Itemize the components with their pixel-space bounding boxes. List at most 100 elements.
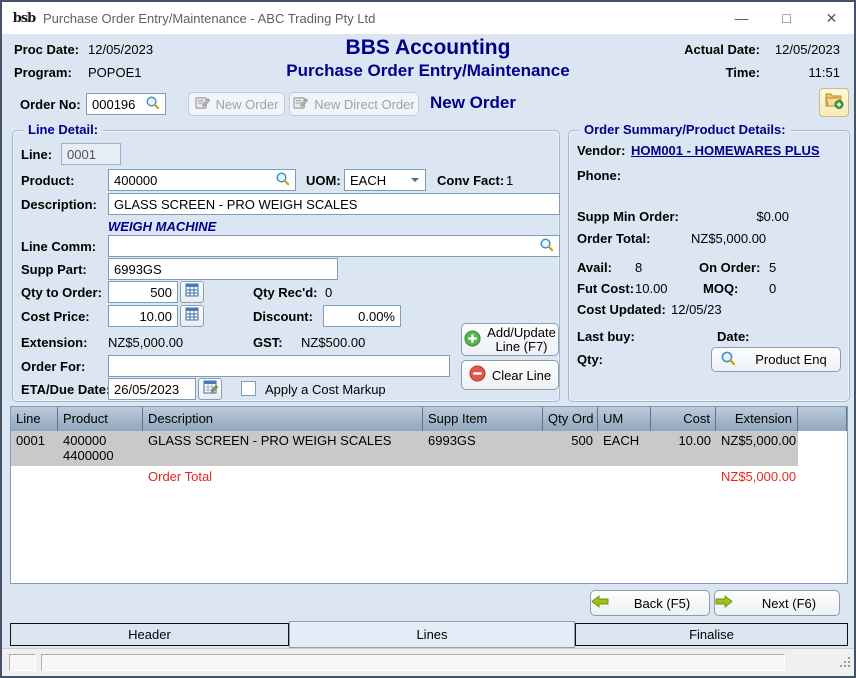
line-no-field: 0001	[61, 143, 121, 165]
cell-product-alt-code: 4400000	[63, 448, 138, 463]
app-window: bsb Purchase Order Entry/Maintenance - A…	[0, 0, 856, 678]
cell-filler	[798, 431, 847, 466]
main-content: Proc Date: 12/05/2023 Program: POPOE1 BB…	[2, 34, 854, 676]
col-header-product[interactable]: Product	[58, 407, 143, 431]
qty-calculator-button[interactable]	[180, 281, 204, 303]
phone-label: Phone:	[577, 168, 621, 183]
total-spacer	[598, 466, 651, 488]
calendar-icon	[203, 380, 218, 399]
cost-price-input[interactable]: 10.00	[108, 305, 178, 327]
tab-header-label: Header	[128, 627, 171, 642]
discount-input[interactable]: 0.00%	[323, 305, 401, 327]
description-label: Description:	[21, 197, 97, 212]
avail-label: Avail:	[577, 260, 612, 275]
new-order-label: New Order	[216, 97, 279, 112]
total-spacer	[543, 466, 598, 488]
cost-updated-label: Cost Updated:	[577, 302, 666, 317]
col-header-extension[interactable]: Extension	[716, 407, 798, 431]
cost-calculator-button[interactable]	[180, 305, 204, 327]
tab-finalise[interactable]: Finalise	[575, 623, 848, 646]
new-document-icon	[293, 96, 308, 113]
vendor-link[interactable]: HOM001 - HOMEWARES PLUS	[631, 143, 820, 158]
tab-lines-label: Lines	[416, 627, 447, 642]
conv-fact-value: 1	[506, 173, 513, 188]
close-button[interactable]: ✕	[809, 2, 854, 34]
order-summary-title: Order Summary/Product Details:	[579, 122, 791, 137]
last-buy-label: Last buy:	[577, 329, 635, 344]
uom-select[interactable]: EACH	[344, 169, 426, 191]
tab-header[interactable]: Header	[10, 623, 289, 646]
calculator-icon	[185, 283, 199, 302]
clear-line-button[interactable]: Clear Line	[461, 360, 559, 390]
cell-supp-item: 6993GS	[423, 431, 543, 466]
col-header-description[interactable]: Description	[143, 407, 423, 431]
order-summary-groupbox: Order Summary/Product Details: Vendor: H…	[568, 130, 850, 402]
maximize-button[interactable]: □	[764, 2, 809, 34]
description-input[interactable]: GLASS SCREEN - PRO WEIGH SCALES	[108, 193, 560, 215]
qty-to-order-input[interactable]: 500	[108, 281, 178, 303]
discount-value: 0.00%	[358, 309, 395, 324]
order-total-value: NZ$5,000.00	[691, 231, 766, 246]
order-no-input[interactable]: 000196	[86, 93, 166, 115]
search-icon[interactable]	[539, 237, 554, 255]
new-direct-order-button[interactable]: New Direct Order	[289, 92, 419, 116]
last-buy-date-label: Date:	[717, 329, 750, 344]
add-update-line-button[interactable]: Add/Update Line (F7)	[461, 323, 559, 356]
apply-markup-checkbox[interactable]	[241, 381, 256, 396]
search-icon[interactable]	[275, 171, 290, 189]
eta-date-input[interactable]: 26/05/2023	[108, 378, 196, 400]
next-button[interactable]: Next (F6)	[714, 590, 840, 616]
statusbar-message-cell	[41, 654, 785, 671]
chevron-down-icon	[407, 172, 422, 188]
eta-calendar-button[interactable]	[198, 378, 222, 400]
supp-part-input[interactable]: 6993GS	[108, 258, 338, 280]
col-header-qty-ord[interactable]: Qty Ord	[543, 407, 598, 431]
gst-value: NZ$500.00	[301, 335, 365, 350]
line-comm-input[interactable]	[108, 235, 560, 257]
tab-lines[interactable]: Lines	[289, 621, 575, 648]
last-buy-qty-label: Qty:	[577, 352, 603, 367]
actual-date-value: 12/05/2023	[760, 42, 840, 57]
qty-recd-label: Qty Rec'd:	[253, 285, 318, 300]
minus-circle-icon	[469, 365, 486, 385]
order-total-label: Order Total:	[577, 231, 650, 246]
minimize-button[interactable]: —	[719, 2, 764, 34]
table-row[interactable]: 0001 400000 4400000 GLASS SCREEN - PRO W…	[11, 431, 847, 466]
titlebar: bsb Purchase Order Entry/Maintenance - A…	[2, 2, 854, 34]
cell-um: EACH	[598, 431, 651, 466]
on-order-value: 5	[769, 260, 776, 275]
discount-label: Discount:	[253, 309, 313, 324]
col-header-line[interactable]: Line	[11, 407, 58, 431]
apply-markup-label: Apply a Cost Markup	[265, 382, 386, 397]
col-header-supp-item[interactable]: Supp Item	[423, 407, 543, 431]
description-value: GLASS SCREEN - PRO WEIGH SCALES	[114, 197, 357, 212]
total-spacer	[651, 466, 716, 488]
qty-recd-value: 0	[325, 285, 332, 300]
new-folder-button[interactable]	[819, 88, 849, 117]
actual-date-label: Actual Date:	[684, 42, 760, 57]
supp-part-label: Supp Part:	[21, 262, 87, 277]
back-button[interactable]: Back (F5)	[590, 590, 710, 616]
moq-value: 0	[769, 281, 776, 296]
actual-date-row: Actual Date: 12/05/2023	[684, 42, 840, 57]
product-input[interactable]: 400000	[108, 169, 296, 191]
moq-label: MOQ:	[703, 281, 738, 296]
resize-grip-icon[interactable]	[839, 655, 851, 673]
new-order-button[interactable]: New Order	[188, 92, 285, 116]
arrow-left-icon	[591, 595, 609, 611]
qty-to-order-value: 500	[150, 285, 172, 300]
cell-product-code: 400000	[63, 433, 138, 448]
extension-value: NZ$5,000.00	[108, 335, 183, 350]
next-button-label: Next (F6)	[762, 596, 816, 611]
window-title: Purchase Order Entry/Maintenance - ABC T…	[43, 11, 719, 26]
order-for-input[interactable]	[108, 355, 450, 377]
grid-header-row: Line Product Description Supp Item Qty O…	[11, 407, 847, 431]
app-logo-icon: bsb	[14, 8, 34, 28]
col-header-cost[interactable]: Cost	[651, 407, 716, 431]
col-header-um[interactable]: UM	[598, 407, 651, 431]
gst-label: GST:	[253, 335, 283, 350]
new-document-icon	[195, 96, 210, 113]
product-enq-button[interactable]: Product Enq	[711, 347, 841, 372]
line-detail-groupbox: Line Detail: Line: 0001 Product: 400000 …	[12, 130, 560, 402]
search-icon[interactable]	[145, 95, 160, 113]
